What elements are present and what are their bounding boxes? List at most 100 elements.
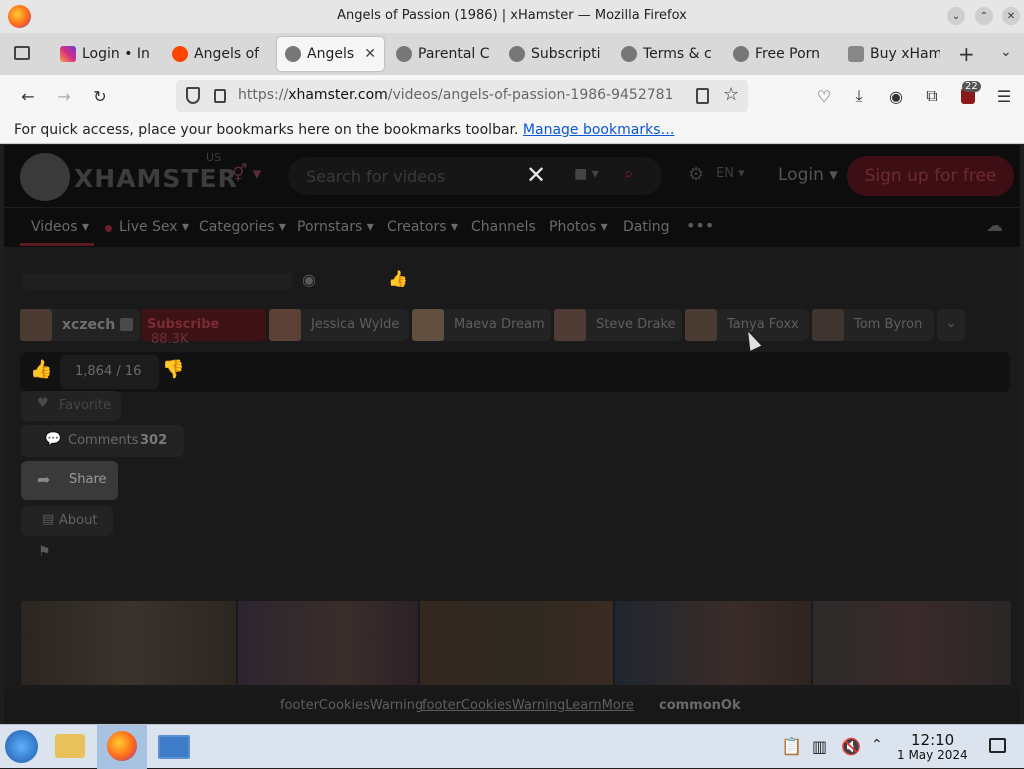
bookmarks-toolbar: For quick access, place your bookmarks h… <box>0 117 1024 144</box>
system-monitor-icon[interactable] <box>158 735 190 759</box>
menu-videos-underline <box>20 243 94 246</box>
reload-icon[interactable]: ↻ <box>87 83 113 109</box>
close-button[interactable]: ✕ <box>1002 7 1020 25</box>
more-icon[interactable]: ••• <box>686 216 714 235</box>
performer-chip-jessica-wylde[interactable]: Jessica Wylde <box>269 309 409 341</box>
channel-avatar <box>20 309 52 341</box>
reader-view-icon[interactable] <box>696 88 709 104</box>
show-desktop-icon[interactable] <box>989 738 1006 753</box>
tab-active[interactable]: Angels o ✕ <box>277 37 384 71</box>
tab-free[interactable]: Free Porn <box>725 37 835 71</box>
search-box: Search for videos ✕ ■ ▾ ⌕ <box>288 157 662 195</box>
cookie-ok-button[interactable]: commonOk <box>659 698 741 713</box>
tab-buy[interactable]: Buy xHam <box>840 37 948 71</box>
url-text[interactable]: https://xhamster.com/videos/angels-of-pa… <box>238 87 673 103</box>
start-menu-icon[interactable] <box>5 730 38 763</box>
new-tab-icon[interactable]: + <box>958 42 975 66</box>
manage-bookmarks-link[interactable]: Manage bookmarks… <box>523 122 675 138</box>
bookmarks-message: For quick access, place your bookmarks h… <box>14 122 519 138</box>
related-video-thumbnail[interactable] <box>615 601 811 685</box>
tracking-shield-icon[interactable] <box>186 87 200 104</box>
comment-icon: 💬 <box>45 432 62 447</box>
search-input[interactable]: Search for videos <box>306 167 445 186</box>
tab-parental[interactable]: Parental C <box>388 37 498 71</box>
dislike-button[interactable]: 👎 <box>162 359 184 380</box>
upload-icon[interactable]: ☁ <box>986 216 1003 236</box>
related-video-thumbnail[interactable] <box>813 601 1011 685</box>
battery-icon[interactable]: ▥ <box>812 737 827 756</box>
hamster-logo-icon[interactable] <box>20 153 70 201</box>
tab-reddit[interactable]: Angels of <box>164 37 274 71</box>
comments-button[interactable]: 💬 Comments 302 <box>21 425 184 457</box>
menu-pornstars[interactable]: Pornstars ▾ <box>297 219 374 235</box>
related-video-thumbnail[interactable] <box>21 601 236 685</box>
menu-dating[interactable]: Dating <box>623 219 670 235</box>
report-flag-icon[interactable]: ⚑ <box>38 544 51 560</box>
tab-login[interactable]: Login • In <box>52 37 162 71</box>
menu-categories[interactable]: Categories ▾ <box>199 219 286 235</box>
clock-date[interactable]: 1 May 2024 <box>897 748 968 762</box>
menu-channels[interactable]: Channels <box>471 219 536 235</box>
hamster-icon <box>285 46 301 62</box>
menu-live-sex[interactable]: Live Sex ▾ <box>119 219 189 235</box>
bookmark-star-icon[interactable]: ☆ <box>723 84 739 105</box>
tab-subscription[interactable]: Subscripti <box>501 37 611 71</box>
menu-creators[interactable]: Creators ▾ <box>387 219 458 235</box>
related-video-thumbnail[interactable] <box>238 601 418 685</box>
clock-time[interactable]: 12:10 <box>911 731 954 749</box>
channel-chip[interactable]: xczech <box>20 309 140 341</box>
orientation-icon[interactable]: ⚥ ▾ <box>232 164 261 184</box>
performer-avatar <box>812 309 844 341</box>
performer-chip-steve-drake[interactable]: Steve Drake <box>554 309 682 341</box>
url-bar[interactable]: https://xhamster.com/videos/angels-of-pa… <box>176 80 748 112</box>
tab-overview-icon[interactable] <box>14 46 30 60</box>
menu-photos[interactable]: Photos ▾ <box>549 219 608 235</box>
tab-close-icon[interactable]: ✕ <box>364 46 376 62</box>
rating-count: 1,864 / 16 <box>60 355 159 389</box>
account-icon[interactable]: ◉ <box>883 83 909 109</box>
login-button[interactable]: Login ▾ <box>778 165 838 185</box>
menu-videos[interactable]: Videos ▾ <box>31 219 89 235</box>
search-icon[interactable]: ⌕ <box>624 164 634 184</box>
related-video-thumbnail[interactable] <box>420 601 613 685</box>
lock-icon[interactable] <box>214 89 226 103</box>
window-titlebar: Angels of Passion (1986) | xHamster — Mo… <box>0 0 1024 33</box>
performers-expand-icon[interactable]: ⌄ <box>937 309 965 341</box>
likes-icon: 👍 <box>388 269 408 288</box>
about-button[interactable]: ▤ About <box>21 506 113 536</box>
menu-icon[interactable]: ☰ <box>991 83 1017 109</box>
signup-button[interactable]: Sign up for free <box>847 156 1014 196</box>
language-selector[interactable]: EN ▾ <box>696 166 745 181</box>
favorite-button[interactable]: ♥ Favorite <box>21 391 121 421</box>
maximize-button[interactable]: ⌃ <box>975 7 993 25</box>
pocket-icon[interactable]: ♡ <box>811 83 837 109</box>
search-clear-icon[interactable]: ✕ <box>526 161 546 189</box>
minimize-button[interactable]: ⌄ <box>947 7 965 25</box>
site-logo[interactable]: XHAMSTER <box>74 164 238 193</box>
extensions-icon[interactable]: ⧉ <box>919 83 945 109</box>
cookie-learn-more-link[interactable]: footerCookiesWarningLearnMore <box>422 698 634 713</box>
share-icon: ➦ <box>37 470 51 489</box>
list-tabs-icon[interactable]: ⌄ <box>1000 44 1012 60</box>
performer-chip-tom-byron[interactable]: Tom Byron <box>812 309 934 341</box>
volume-muted-icon[interactable]: 🔇 <box>841 737 861 756</box>
camera-filter-icon[interactable]: ■ ▾ <box>574 166 599 182</box>
back-icon[interactable]: ← <box>15 83 41 109</box>
tab-terms[interactable]: Terms & c <box>613 37 723 71</box>
tray-expand-icon[interactable]: ⌃ <box>871 737 883 753</box>
firefox-taskbar-button[interactable] <box>97 725 147 769</box>
shield-icon <box>848 46 864 62</box>
firefox-icon <box>107 731 137 761</box>
file-manager-icon[interactable] <box>55 734 85 758</box>
clipboard-icon[interactable]: 📋 <box>781 737 802 757</box>
like-button[interactable]: 👍 <box>30 359 52 380</box>
hamster-icon <box>621 46 637 62</box>
hamster-icon <box>733 46 749 62</box>
taskbar: 📋 ▥ 🔇 ⌃ 12:10 1 May 2024 <box>0 724 1024 769</box>
region-label: US <box>206 151 222 164</box>
downloads-icon[interactable]: ⤓ <box>846 83 872 109</box>
forward-icon[interactable]: → <box>51 83 77 109</box>
subscribe-button[interactable]: Subscribe 88.3K <box>141 309 266 347</box>
share-button[interactable]: ➦ Share <box>21 461 118 500</box>
performer-chip-maeva-dream[interactable]: Maeva Dream <box>412 309 551 341</box>
